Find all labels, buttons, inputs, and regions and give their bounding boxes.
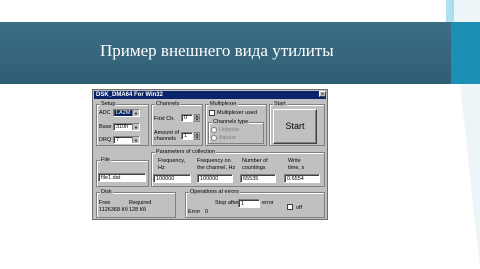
disk-group-label: Disk — [100, 189, 113, 195]
setup-group-label: Setup — [100, 101, 117, 107]
start-group-label: Start — [273, 101, 287, 107]
off-label: off — [296, 205, 303, 211]
channel-frequency-label-line2: the channel, Hz — [197, 165, 236, 171]
drq-chevron-down-icon[interactable]: ▼ — [132, 137, 139, 143]
slide-title: Пример внешнего вида утилиты — [100, 41, 334, 60]
file-input[interactable]: file1.dat — [98, 173, 146, 182]
error-count-value: 0 — [205, 209, 209, 215]
unipolar-label: Unipolar — [219, 127, 240, 133]
adc-select[interactable]: LA2M ▼ — [113, 109, 140, 117]
file-group-label: File — [100, 157, 111, 163]
stop-after-label: Stop after — [215, 200, 239, 206]
write-time-label-line1: Write — [288, 158, 301, 164]
channels-group-label: Channels — [155, 101, 181, 107]
multiplexer-group-label: Multiplexer — [209, 101, 238, 107]
amount-input[interactable]: 1 — [181, 132, 193, 140]
frequency-label-line2: Hz — [158, 165, 165, 171]
app-window: DSK_DMA64 For Win32 × Setup ADC LA2M ▼ B… — [92, 89, 328, 220]
adc-label: ADC — [99, 110, 111, 116]
write-time-label-line2: time, s — [288, 165, 305, 171]
errors-group-label: Operations at errors — [189, 189, 240, 195]
channel-frequency-input[interactable]: 100000 — [197, 174, 233, 183]
close-button[interactable]: × — [319, 91, 326, 98]
adc-value: LA2M — [116, 110, 131, 116]
drq-value: 7 — [116, 137, 120, 143]
first-ch-input[interactable]: 0 — [181, 114, 193, 122]
parameters-group-label: Parameters of collection — [155, 149, 216, 155]
off-checkbox[interactable] — [287, 204, 293, 210]
window-title: DSK_DMA64 For Win32 — [94, 91, 326, 99]
channels-type-label: Channels type — [212, 119, 250, 125]
amount-label-line2: channels — [154, 136, 177, 142]
error-unit-label: error — [262, 200, 274, 206]
frequency-label-line1: Frequency, — [158, 158, 186, 164]
base-chevron-down-icon[interactable]: ▼ — [132, 124, 139, 130]
stop-after-input[interactable]: 1 — [238, 199, 260, 208]
multiplexer-used-checkbox[interactable] — [209, 110, 215, 116]
disk-free-label: Free — [99, 200, 111, 206]
multiplexer-used-label: Multiplexer used — [217, 110, 258, 116]
decorative-accent-bar — [451, 22, 480, 84]
base-value: 310h — [116, 124, 129, 130]
disk-required-label: Required — [129, 200, 152, 206]
base-select[interactable]: 310h ▼ — [113, 123, 140, 131]
start-button[interactable]: Start — [273, 109, 317, 144]
drq-label: DRQ — [99, 137, 112, 143]
bipolar-radio[interactable] — [211, 135, 217, 141]
disk-free-value: 1126368 Кб — [99, 207, 128, 213]
drq-select[interactable]: 7 ▼ — [113, 136, 140, 144]
countings-label-line2: countings — [242, 165, 266, 171]
bipolar-label: Bipolar — [219, 135, 237, 141]
decorative-accent-strip — [446, 0, 454, 22]
base-label: Base — [99, 124, 112, 130]
unipolar-radio[interactable] — [211, 127, 217, 133]
first-ch-label: First Ch. — [154, 116, 175, 122]
amount-down-icon[interactable]: ▼ — [194, 136, 200, 140]
countings-input[interactable]: 65535 — [240, 174, 276, 183]
first-ch-down-icon[interactable]: ▼ — [194, 118, 200, 122]
adc-chevron-down-icon[interactable]: ▼ — [132, 110, 139, 116]
error-count-label: Error — [188, 209, 201, 215]
countings-label-line1: Number of — [242, 158, 268, 164]
channel-frequency-label-line1: Frequency on — [197, 158, 231, 164]
frequency-input[interactable]: 100000 — [153, 174, 191, 183]
write-time-input[interactable]: 0.6554 — [284, 174, 320, 183]
disk-required-value: 128 Кб — [129, 207, 147, 213]
